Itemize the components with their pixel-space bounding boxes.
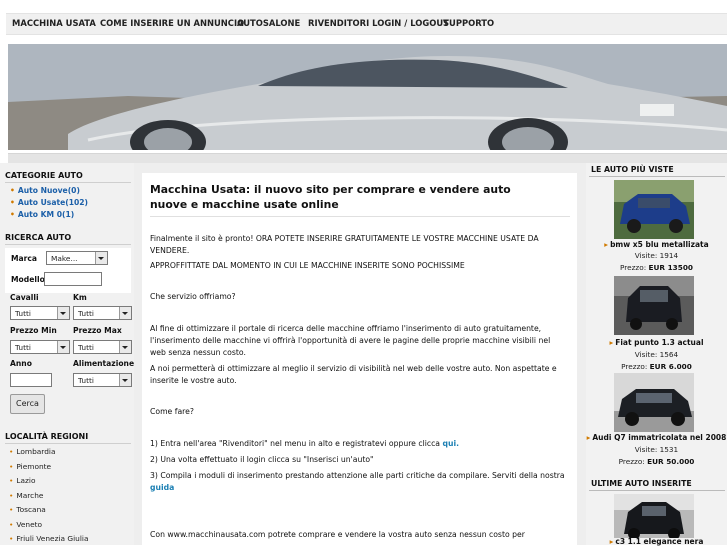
chevron-down-icon [119,341,131,353]
price-value: EUR 50.000 [647,457,695,466]
price-value: EUR 6.000 [649,362,692,371]
anno-label: Anno [10,359,32,368]
category-link-km0[interactable]: Auto KM 0(1) [10,210,74,219]
car-price-fiat: Prezzo: EUR 6.000 [586,362,727,371]
most-viewed-rule [589,176,725,177]
km-label: Km [73,293,87,302]
categories-rule [5,182,131,183]
nav-macchina-usata[interactable]: MACCHINA USATA [12,18,96,28]
chevron-down-icon [119,307,131,319]
views-value: 1914 [659,251,679,260]
views-label: Visite: [634,445,658,454]
modello-input[interactable] [44,272,102,286]
article-question-how: Come fare? [150,407,194,416]
car-thumbnail-fiat[interactable] [614,276,694,335]
article-paragraph-notice: APPROFFITTATE DAL MOMENTO IN CUI LE MACC… [150,261,465,270]
marca-select-value: Make... [51,254,78,263]
views-value: 1531 [659,445,679,454]
car-price-bmw: Prezzo: EUR 13500 [586,263,727,272]
latest-cars-rule [589,490,725,491]
price-label: Prezzo: [620,263,647,272]
prezzo-max-label: Prezzo Max [73,326,122,335]
region-veneto[interactable]: Veneto [9,520,42,529]
car-title-audi[interactable]: Audi Q7 immatricolata nel 2008 [586,433,727,442]
article-paragraph-intro: Finalmente il sito è pronto! ORA POTETE … [150,234,539,255]
car-views-fiat: Visite: 1564 [586,350,727,359]
prezzo-max-select[interactable]: Tutti [73,340,132,354]
guide-link[interactable]: guida [150,483,174,492]
anno-input[interactable] [10,373,52,387]
article-panel: Macchina Usata: il nuovo sito per compra… [142,173,577,545]
car-title-fiat[interactable]: Fiat punto 1.3 actual [586,338,727,347]
article-step-1: 1) Entra nell'area "Rivenditori" nel men… [150,438,565,450]
chevron-down-icon [57,307,69,319]
car-thumbnail-audi[interactable] [614,373,694,432]
article-title: Macchina Usata: il nuovo sito per compra… [150,183,511,211]
region-marche[interactable]: Marche [9,491,43,500]
car-price-audi: Prezzo: EUR 50.000 [586,457,727,466]
views-label: Visite: [634,251,658,260]
regions-rule [5,443,131,444]
cavalli-select[interactable]: Tutti [10,306,70,320]
price-label: Prezzo: [618,457,645,466]
chevron-down-icon [119,374,131,386]
views-label: Visite: [634,350,658,359]
step-3-text: 3) Compila i moduli di inserimento prest… [150,471,565,480]
article-title-rule [150,216,570,217]
cavalli-label: Cavalli [10,293,39,302]
price-value: EUR 13500 [648,263,693,272]
nav-autosalone[interactable]: AUTOSALONE [237,18,300,28]
chevron-down-icon [57,341,69,353]
views-value: 1564 [659,350,679,359]
nav-rivenditori-login[interactable]: RIVENDITORI LOGIN / LOGOUT [308,18,449,28]
nav-come-inserire[interactable]: COME INSERIRE UN ANNUNCIO [100,18,244,28]
marca-label: Marca [11,254,38,263]
car-views-audi: Visite: 1531 [586,445,727,454]
prezzo-min-label: Prezzo Min [10,326,57,335]
prezzo-min-value: Tutti [15,343,31,352]
regions-title: LOCALITÀ REGIONI [5,432,89,441]
article-paragraph-visibility: A noi permetterà di ottimizzare al megli… [150,364,557,385]
article-paragraph-closing: Con www.macchinausata.com potrete compra… [150,530,525,539]
prezzo-max-value: Tutti [78,343,94,352]
region-lombardia[interactable]: Lombardia [9,447,55,456]
prezzo-min-select[interactable]: Tutti [10,340,70,354]
header-banner-image [8,44,727,150]
search-title: RICERCA AUTO [5,233,72,242]
nav-supporto[interactable]: SUPPORTO [443,18,494,28]
article-question-service: Che servizio offriamo? [150,292,236,301]
article-step-3: 3) Compila i moduli di inserimento prest… [150,470,565,494]
article-step-2: 2) Una volta effettuato il login clicca … [150,455,374,464]
km-select[interactable]: Tutti [73,306,132,320]
alimentazione-select[interactable]: Tutti [73,373,132,387]
step-1-text: 1) Entra nell'area "Rivenditori" nel men… [150,439,443,448]
categories-title: CATEGORIE AUTO [5,171,83,180]
car-title-bmw[interactable]: bmw x5 blu metallizata [586,240,727,249]
register-here-link[interactable]: qui. [442,439,459,448]
search-rule [5,244,131,245]
region-lazio[interactable]: Lazio [9,476,35,485]
most-viewed-title: LE AUTO PIÙ VISTE [591,165,674,174]
chevron-down-icon [95,252,107,264]
alimentazione-value: Tutti [78,376,94,385]
marca-select[interactable]: Make... [46,251,108,265]
region-toscana[interactable]: Toscana [9,505,45,514]
modello-label: Modello [11,275,45,284]
car-thumbnail-c3[interactable] [614,494,694,538]
alimentazione-label: Alimentazione [73,359,135,368]
region-piemonte[interactable]: Piemonte [9,462,51,471]
car-thumbnail-bmw[interactable] [614,180,694,239]
km-select-value: Tutti [78,309,94,318]
article-paragraph-service: Al fine di ottimizzare il portale di ric… [150,324,551,357]
cavalli-select-value: Tutti [15,309,31,318]
price-label: Prezzo: [621,362,648,371]
latest-cars-title: ULTIME AUTO INSERITE [591,479,692,488]
category-link-usate[interactable]: Auto Usate(102) [10,198,88,207]
region-friuli[interactable]: Friuli Venezia Giulia [9,534,88,543]
search-button[interactable]: Cerca [10,394,45,414]
category-link-nuove[interactable]: Auto Nuove(0) [10,186,80,195]
top-navigation: MACCHINA USATA COME INSERIRE UN ANNUNCIO… [0,0,727,46]
car-views-bmw: Visite: 1914 [586,251,727,260]
